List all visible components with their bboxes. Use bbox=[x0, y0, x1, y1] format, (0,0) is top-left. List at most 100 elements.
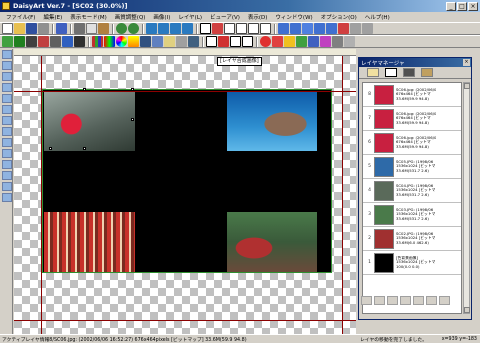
effect-icon[interactable] bbox=[26, 36, 37, 47]
save-icon[interactable] bbox=[26, 23, 37, 34]
select-icon[interactable] bbox=[206, 36, 217, 47]
tool-icon[interactable] bbox=[248, 23, 259, 34]
layer-copy-icon[interactable] bbox=[400, 296, 411, 305]
layer-thumbnail[interactable] bbox=[374, 108, 394, 129]
tool-icon[interactable] bbox=[236, 23, 247, 34]
effect-icon[interactable] bbox=[62, 36, 73, 47]
scroll-down-icon[interactable] bbox=[464, 307, 470, 313]
menu-image[interactable]: 画像(I) bbox=[149, 13, 174, 21]
layer-tool-icon[interactable] bbox=[2, 138, 12, 147]
close-button[interactable]: × bbox=[468, 1, 478, 11]
selection-handle[interactable] bbox=[83, 147, 86, 150]
minimize-button[interactable]: _ bbox=[446, 1, 456, 11]
layer-thumbnail[interactable] bbox=[374, 156, 394, 177]
selection-handle[interactable] bbox=[131, 118, 134, 121]
menu-display-mode[interactable]: 表示モード(M) bbox=[66, 13, 111, 21]
shape-icon[interactable] bbox=[332, 36, 343, 47]
shape-icon[interactable] bbox=[308, 36, 319, 47]
tool-icon[interactable] bbox=[290, 23, 301, 34]
menu-help[interactable]: ヘルプ(H) bbox=[361, 13, 394, 21]
guide-line-vertical[interactable] bbox=[342, 56, 343, 335]
layer-manager-close-button[interactable]: × bbox=[463, 59, 470, 66]
layer-tool-icon[interactable] bbox=[2, 127, 12, 136]
print-icon[interactable] bbox=[38, 23, 49, 34]
layer-lock-icon[interactable] bbox=[439, 296, 450, 305]
shape-icon[interactable] bbox=[320, 36, 331, 47]
layer-delete-icon[interactable] bbox=[413, 296, 424, 305]
resize-tool-icon[interactable] bbox=[2, 83, 12, 92]
color-icon[interactable] bbox=[128, 36, 139, 47]
layer-merge-icon[interactable] bbox=[387, 296, 398, 305]
layer-thumbnail[interactable] bbox=[374, 204, 394, 225]
flip-tool-icon[interactable] bbox=[2, 105, 12, 114]
layers-icon[interactable] bbox=[385, 68, 397, 77]
color-icon[interactable] bbox=[140, 36, 151, 47]
stamp-icon[interactable] bbox=[2, 36, 13, 47]
layer-tool-icon[interactable] bbox=[2, 193, 12, 202]
cut-icon[interactable] bbox=[74, 23, 85, 34]
new-icon[interactable] bbox=[2, 23, 13, 34]
layer-properties-icon[interactable] bbox=[426, 296, 437, 305]
menu-edit[interactable]: 編集(E) bbox=[39, 13, 66, 21]
palette-icon[interactable] bbox=[200, 23, 211, 34]
home-icon[interactable] bbox=[170, 23, 181, 34]
tool-icon[interactable] bbox=[260, 23, 271, 34]
copy-icon[interactable] bbox=[86, 23, 97, 34]
pointer-tool-icon[interactable] bbox=[2, 50, 12, 59]
menu-window[interactable]: ウィンドウ(W) bbox=[271, 13, 316, 21]
select-icon[interactable] bbox=[242, 36, 253, 47]
home-icon[interactable] bbox=[146, 23, 157, 34]
fill-icon[interactable] bbox=[260, 36, 271, 47]
layer-down-icon[interactable] bbox=[374, 296, 385, 305]
layer-thumbnail[interactable] bbox=[374, 228, 394, 249]
home-icon[interactable] bbox=[182, 23, 193, 34]
layer-row[interactable]: 1 [色背景画像] 1536x1024 [ビットマ 100(0.0 0.0) bbox=[363, 251, 461, 275]
effect-icon[interactable] bbox=[50, 36, 61, 47]
guide-line-horizontal[interactable] bbox=[14, 91, 356, 92]
layer-image-dancers[interactable] bbox=[44, 212, 135, 272]
composite-document[interactable] bbox=[42, 88, 332, 273]
layer-row[interactable]: 2 SC02.JPG: (1998/06 1536x1024 [ビットマ 33.6… bbox=[363, 227, 461, 251]
filter-icon[interactable] bbox=[164, 36, 175, 47]
image-canvas[interactable] bbox=[14, 56, 356, 335]
menu-options[interactable]: オプション(O) bbox=[317, 13, 361, 21]
crop-tool-icon[interactable] bbox=[2, 94, 12, 103]
tool-icon[interactable] bbox=[212, 23, 223, 34]
layer-tool-icon[interactable] bbox=[2, 116, 12, 125]
layer-thumbnail[interactable] bbox=[374, 180, 394, 201]
layer-thumbnail[interactable] bbox=[374, 132, 394, 153]
open-icon[interactable] bbox=[14, 23, 25, 34]
lock-icon[interactable] bbox=[344, 36, 355, 47]
effect-icon[interactable] bbox=[74, 36, 85, 47]
filter-icon[interactable] bbox=[152, 36, 163, 47]
zoom-in-icon[interactable] bbox=[116, 23, 127, 34]
menu-file[interactable]: ファイル(F) bbox=[2, 13, 39, 21]
rgb-icon[interactable] bbox=[104, 36, 115, 47]
home-icon[interactable] bbox=[158, 23, 169, 34]
tool-icon[interactable] bbox=[362, 23, 373, 34]
filter-icon[interactable] bbox=[188, 36, 199, 47]
tool-icon[interactable] bbox=[302, 23, 313, 34]
tool-icon[interactable] bbox=[338, 23, 349, 34]
shape-icon[interactable] bbox=[296, 36, 307, 47]
tool-icon[interactable] bbox=[350, 23, 361, 34]
filter-icon[interactable] bbox=[176, 36, 187, 47]
layer-tool-icon[interactable] bbox=[2, 160, 12, 169]
menu-quality[interactable]: 画質調整(Q) bbox=[111, 13, 150, 21]
shape-icon[interactable] bbox=[272, 36, 283, 47]
brush-icon[interactable] bbox=[218, 36, 229, 47]
guide-line-horizontal[interactable] bbox=[14, 320, 356, 321]
layer-row[interactable]: 8 SC06.jpg: (2002/06/0 676x464 [ビットマ 33.6… bbox=[363, 83, 461, 107]
layer-row[interactable]: 4 SC04.JPG: (1998/06 1536x1024 [ビットマ 33.6… bbox=[363, 179, 461, 203]
layer-image-stone-statue[interactable] bbox=[227, 91, 317, 151]
grid-icon[interactable] bbox=[92, 36, 103, 47]
layer-tool-icon[interactable] bbox=[2, 182, 12, 191]
layer-thumbnail[interactable] bbox=[374, 84, 394, 105]
guide-line-vertical[interactable] bbox=[41, 56, 42, 335]
selection-handle[interactable] bbox=[49, 147, 52, 150]
layer-image-temple[interactable] bbox=[227, 212, 317, 272]
menu-layer[interactable]: レイヤ(L) bbox=[174, 13, 206, 21]
rotate-tool-icon[interactable] bbox=[2, 72, 12, 81]
tool-icon[interactable] bbox=[326, 23, 337, 34]
tools-icon[interactable] bbox=[421, 68, 433, 77]
